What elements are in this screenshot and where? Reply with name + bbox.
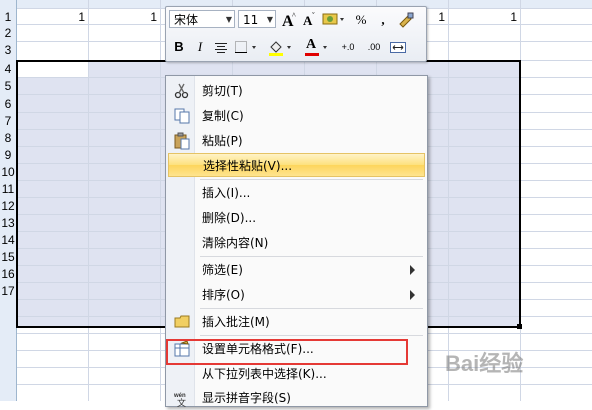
row-header-12[interactable]: 12 — [0, 198, 16, 214]
font-color-button[interactable]: A — [302, 37, 332, 57]
cell-a1[interactable]: 1 — [17, 9, 85, 25]
italic-button[interactable]: I — [190, 37, 210, 57]
row-header-11[interactable]: 11 — [0, 181, 16, 197]
borders-icon — [235, 41, 256, 53]
row-header-9[interactable]: 9 — [0, 147, 16, 163]
row-header-3[interactable]: 3 — [0, 42, 16, 58]
submenu-arrow-icon — [410, 290, 415, 300]
fill-color-button[interactable] — [266, 37, 296, 57]
cell-h1[interactable]: 1 — [449, 9, 517, 25]
chevron-down-icon: ▼ — [225, 15, 233, 24]
menu-item-show-phonetic[interactable]: wén 文 显示拼音字段(S) — [168, 386, 425, 410]
grow-font-icon: A^ — [282, 11, 296, 30]
row-header-14[interactable]: 14 — [0, 232, 16, 248]
row-header-7[interactable]: 7 — [0, 113, 16, 129]
menu-separator — [200, 335, 423, 336]
menu-item-pick-from-list[interactable]: 从下拉列表中选择(K)... — [168, 362, 425, 386]
row-header-10[interactable]: 10 — [0, 164, 16, 180]
menu-item-label: 显示拼音字段(S) — [202, 391, 291, 405]
submenu-arrow-icon — [410, 265, 415, 275]
shrink-font-button[interactable]: Aˇ — [299, 10, 319, 30]
menu-item-insert[interactable]: 插入(I)... — [168, 181, 425, 205]
menu-item-clear-contents[interactable]: 清除内容(N) — [168, 231, 425, 255]
mini-toolbar: 宋体 ▼ 11 ▼ A ^ Aˇ % , B I A +.0 .00 — [165, 6, 427, 62]
menu-item-label: 筛选(E) — [202, 263, 243, 277]
comment-icon — [174, 315, 190, 328]
currency-icon — [322, 13, 344, 25]
menu-separator — [200, 179, 423, 180]
row-header-2[interactable]: 2 — [0, 25, 16, 41]
menu-item-label: 排序(O) — [202, 288, 245, 302]
chevron-down-icon: ▼ — [266, 15, 274, 24]
menu-item-label: 剪切(T) — [202, 84, 243, 98]
borders-button[interactable] — [232, 37, 262, 57]
svg-text:^: ^ — [292, 11, 296, 20]
comma-style-button[interactable]: , — [373, 10, 393, 30]
row-header-5[interactable]: 5 — [0, 78, 16, 94]
menu-item-label: 插入(I)... — [202, 186, 251, 200]
format-painter-icon — [399, 12, 414, 28]
watermark-text: Bai经验 — [445, 351, 524, 376]
increase-decimal-button[interactable]: +.0 — [336, 37, 360, 57]
row-header-17[interactable]: 17 — [0, 283, 16, 299]
watermark: Bai经验 — [445, 346, 575, 386]
row-header-4[interactable]: 4 — [0, 61, 16, 77]
svg-text:ˇ: ˇ — [312, 11, 315, 20]
svg-text:文: 文 — [177, 397, 186, 407]
shrink-font-icon: Aˇ — [303, 11, 315, 28]
font-name-combobox[interactable]: 宋体 ▼ — [169, 10, 235, 28]
align-center-icon — [215, 43, 227, 53]
menu-item-label: 插入批注(M) — [202, 315, 270, 329]
phonetic-icon: wén 文 — [173, 393, 186, 407]
accounting-format-button[interactable] — [320, 10, 348, 30]
percent-style-button[interactable]: % — [351, 10, 371, 30]
merge-center-icon — [390, 42, 406, 53]
decrease-decimal-button[interactable]: .00 — [362, 37, 386, 57]
highlight-annotation — [166, 339, 408, 365]
row-header-8[interactable]: 8 — [0, 130, 16, 146]
row-header-6[interactable]: 6 — [0, 96, 16, 112]
font-name-value: 宋体 — [174, 13, 199, 27]
row-header-1[interactable]: 1 — [0, 9, 16, 25]
font-color-label: A — [306, 37, 317, 52]
cell-b1[interactable]: 1 — [89, 9, 157, 25]
copy-icon — [174, 108, 190, 124]
menu-item-label: 从下拉列表中选择(K)... — [202, 367, 327, 381]
menu-item-cut[interactable]: 剪切(T) — [168, 79, 425, 103]
menu-item-label: 清除内容(N) — [202, 236, 269, 250]
bold-button[interactable]: B — [169, 37, 189, 57]
row-header-13[interactable]: 13 — [0, 215, 16, 231]
grow-font-button[interactable]: A ^ — [279, 10, 299, 30]
row-header-15[interactable]: 15 — [0, 249, 16, 265]
merge-center-button[interactable] — [388, 37, 408, 57]
menu-item-insert-comment[interactable]: 插入批注(M) — [168, 310, 425, 334]
center-align-button[interactable] — [211, 37, 231, 57]
menu-item-copy[interactable]: 复制(C) — [168, 104, 425, 128]
font-size-combobox[interactable]: 11 ▼ — [238, 10, 276, 28]
menu-item-label: 粘贴(P) — [202, 134, 243, 148]
font-size-value: 11 — [243, 13, 259, 27]
menu-item-label: 复制(C) — [202, 109, 244, 123]
menu-item-delete[interactable]: 删除(D)... — [168, 206, 425, 230]
format-painter-button[interactable] — [396, 10, 416, 30]
menu-item-sort[interactable]: 排序(O) — [168, 283, 425, 307]
menu-separator — [200, 308, 423, 309]
menu-item-label: 选择性粘贴(V)... — [203, 159, 293, 173]
fill-color-icon — [269, 41, 291, 56]
paste-icon — [174, 132, 190, 150]
menu-item-paste-special[interactable]: 选择性粘贴(V)... — [168, 153, 425, 177]
menu-item-filter[interactable]: 筛选(E) — [168, 258, 425, 282]
menu-separator — [200, 256, 423, 257]
menu-item-paste[interactable]: 粘贴(P) — [168, 129, 425, 153]
menu-item-label: 删除(D)... — [202, 211, 257, 225]
scissors-icon — [174, 83, 189, 99]
row-header-16[interactable]: 16 — [0, 266, 16, 282]
